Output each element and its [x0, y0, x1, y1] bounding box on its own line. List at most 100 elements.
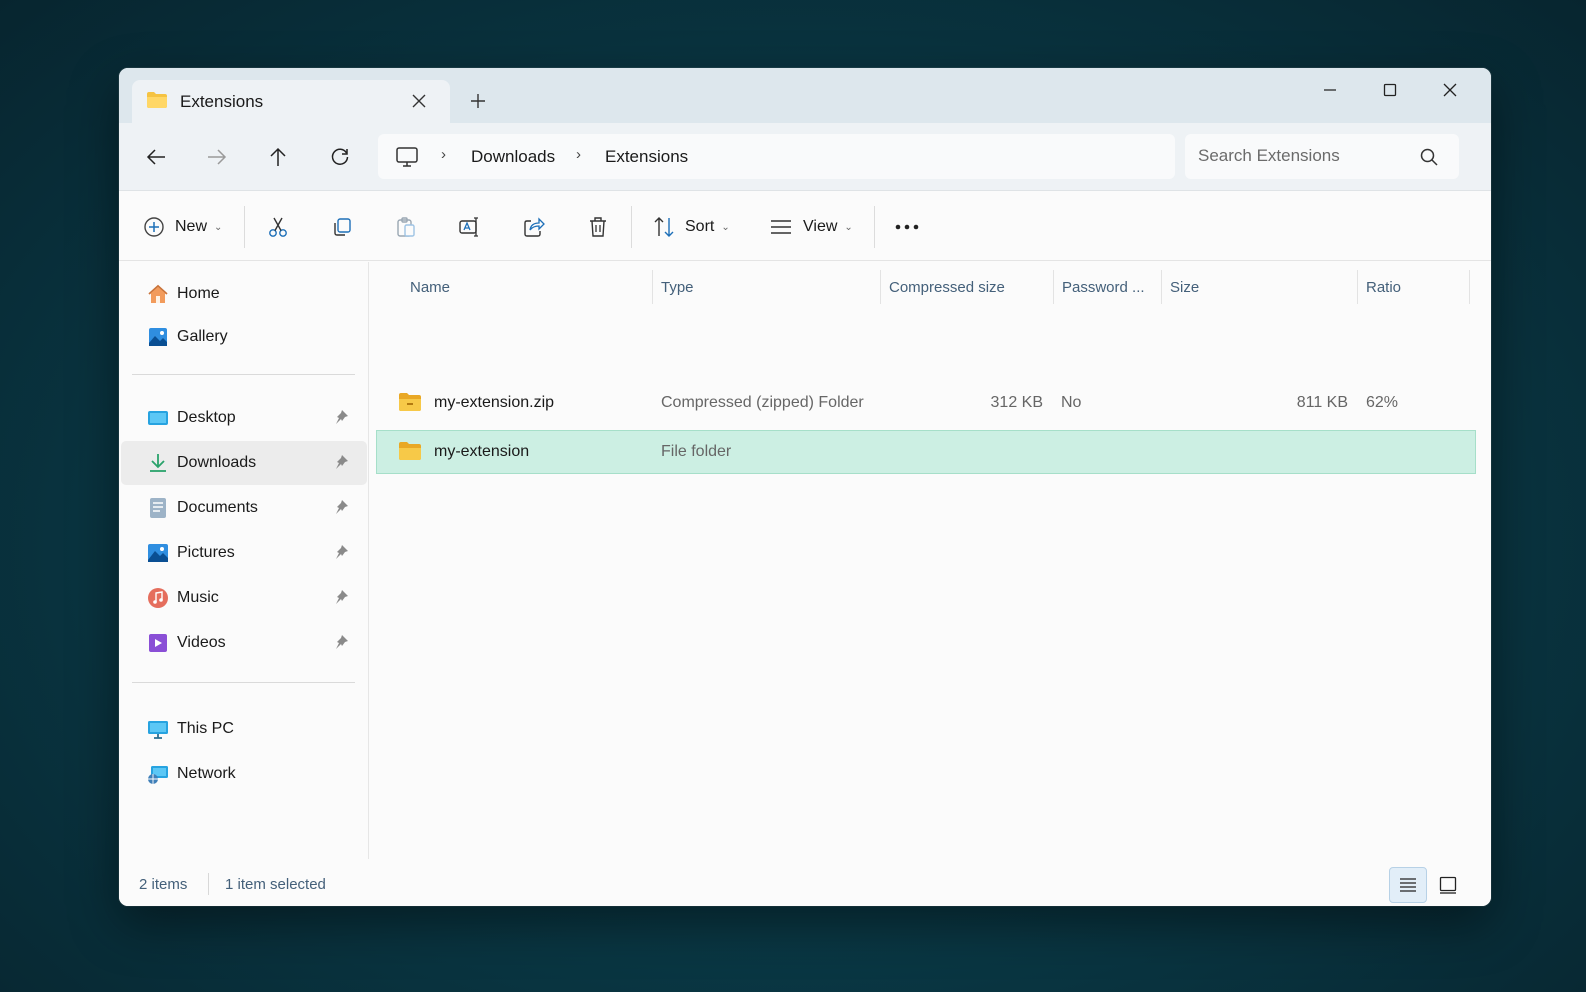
share-button[interactable]	[516, 209, 552, 245]
sidebar-item-downloads[interactable]: Downloads	[121, 441, 367, 485]
sidebar-item-label: This PC	[177, 720, 234, 737]
arrow-right-icon	[208, 149, 227, 165]
sidebar-item-label: Gallery	[177, 328, 228, 345]
new-tab-button[interactable]	[463, 86, 493, 116]
sidebar-item-label: Downloads	[177, 454, 257, 471]
sidebar-item-home[interactable]: Home	[121, 272, 367, 316]
up-button[interactable]	[261, 140, 295, 174]
sidebar-item-network[interactable]: Network	[121, 752, 367, 796]
file-compressed-size: 312 KB	[990, 394, 1043, 411]
column-header-size[interactable]: Size	[1162, 262, 1357, 312]
file-row-my-extension-zip[interactable]: my-extension.zip Compressed (zipped) Fol…	[376, 381, 1476, 425]
sidebar-item-this-pc[interactable]: This PC	[121, 707, 367, 751]
close-icon	[1443, 83, 1457, 97]
chevron-down-icon: ⌄	[721, 221, 730, 233]
tab-extensions[interactable]: Extensions	[132, 80, 450, 124]
cut-icon	[269, 217, 287, 237]
view-label: View	[803, 218, 838, 235]
sidebar-item-music[interactable]: Music	[121, 576, 367, 620]
sidebar-item-label: Videos	[177, 634, 226, 651]
close-window-button[interactable]	[1423, 72, 1477, 108]
address-row: › Downloads › Extensions	[119, 123, 1491, 191]
chevron-down-icon: ⌄	[844, 221, 853, 233]
navigation-pane: Home Gallery Desktop Downloads Documents…	[119, 262, 369, 859]
sort-label: Sort	[685, 218, 715, 235]
documents-icon	[150, 498, 166, 518]
pin-icon[interactable]	[332, 543, 350, 561]
title-bar: Extensions	[119, 68, 1491, 124]
column-divider[interactable]	[1469, 270, 1470, 304]
view-button[interactable]: View ⌄	[769, 209, 853, 245]
toolbar-divider	[244, 206, 245, 248]
file-password: No	[1061, 394, 1082, 411]
sort-button[interactable]: Sort ⌄	[653, 209, 730, 245]
plus-icon	[471, 94, 485, 108]
downloads-icon	[150, 454, 166, 472]
search-input[interactable]	[1198, 142, 1408, 170]
tab-title: Extensions	[180, 92, 264, 111]
folder-icon	[147, 92, 167, 108]
gallery-icon	[149, 328, 167, 346]
sidebar-item-label: Home	[177, 285, 220, 302]
back-button[interactable]	[139, 140, 173, 174]
share-icon	[524, 217, 545, 237]
more-icon	[895, 224, 919, 230]
cut-button[interactable]	[260, 209, 296, 245]
new-button[interactable]: New ⌄	[143, 209, 222, 245]
status-divider	[208, 873, 209, 895]
breadcrumb-extensions[interactable]: Extensions	[605, 147, 688, 167]
pin-icon[interactable]	[332, 633, 350, 651]
minimize-button[interactable]	[1303, 72, 1357, 108]
file-explorer-window: Extensions › Downloads › Extensions Sear…	[119, 68, 1491, 906]
close-tab-button[interactable]	[406, 88, 432, 114]
sidebar-item-label: Pictures	[177, 544, 235, 561]
column-header-ratio[interactable]: Ratio	[1358, 262, 1468, 312]
refresh-button[interactable]	[323, 140, 357, 174]
file-name: my-extension.zip	[434, 394, 555, 411]
sidebar-item-videos[interactable]: Videos	[121, 621, 367, 665]
arrow-up-icon	[270, 147, 286, 166]
paste-button[interactable]	[388, 209, 424, 245]
sidebar-item-desktop[interactable]: Desktop	[121, 396, 367, 440]
column-header-password[interactable]: Password ...	[1054, 262, 1162, 312]
sidebar-item-label: Desktop	[177, 409, 236, 426]
search-icon[interactable]	[1419, 147, 1439, 167]
more-button[interactable]	[889, 209, 925, 245]
item-count: 2 items	[139, 876, 188, 893]
pin-icon[interactable]	[332, 588, 350, 606]
this-pc-icon	[148, 721, 168, 739]
sidebar-item-documents[interactable]: Documents	[121, 486, 367, 530]
sidebar-item-gallery[interactable]: Gallery	[121, 315, 367, 359]
tiles-view-button[interactable]	[1429, 867, 1467, 903]
pin-icon[interactable]	[332, 453, 350, 471]
this-pc-icon	[396, 147, 418, 167]
maximize-button[interactable]	[1363, 72, 1417, 108]
forward-button[interactable]	[200, 140, 234, 174]
selection-count: 1 item selected	[225, 876, 326, 893]
zip-folder-icon	[399, 393, 421, 411]
chevron-right-icon: ›	[441, 146, 446, 163]
delete-button[interactable]	[580, 209, 616, 245]
sidebar-item-label: Music	[177, 589, 219, 606]
refresh-icon	[331, 148, 349, 165]
pin-icon[interactable]	[332, 408, 350, 426]
sidebar-item-pictures[interactable]: Pictures	[121, 531, 367, 575]
pin-icon[interactable]	[332, 498, 350, 516]
videos-icon	[149, 634, 167, 652]
copy-button[interactable]	[324, 209, 360, 245]
column-header-type[interactable]: Type	[653, 262, 881, 312]
column-header-compressed-size[interactable]: Compressed size	[881, 262, 1053, 312]
chevron-down-icon: ⌄	[214, 221, 223, 233]
rename-button[interactable]	[452, 209, 488, 245]
breadcrumb-downloads[interactable]: Downloads	[471, 147, 555, 167]
file-row-my-extension[interactable]: my-extension File folder	[376, 430, 1476, 474]
details-view-button[interactable]	[1389, 867, 1427, 903]
column-header-name[interactable]: Name	[370, 262, 655, 312]
address-bar[interactable]: › Downloads › Extensions	[378, 134, 1175, 179]
status-bar: 2 items 1 item selected	[119, 859, 1491, 906]
rename-icon	[459, 217, 478, 237]
plus-circle-icon	[144, 217, 164, 237]
arrow-left-icon	[146, 149, 165, 165]
toolbar-divider	[874, 206, 875, 248]
music-icon	[148, 588, 168, 608]
